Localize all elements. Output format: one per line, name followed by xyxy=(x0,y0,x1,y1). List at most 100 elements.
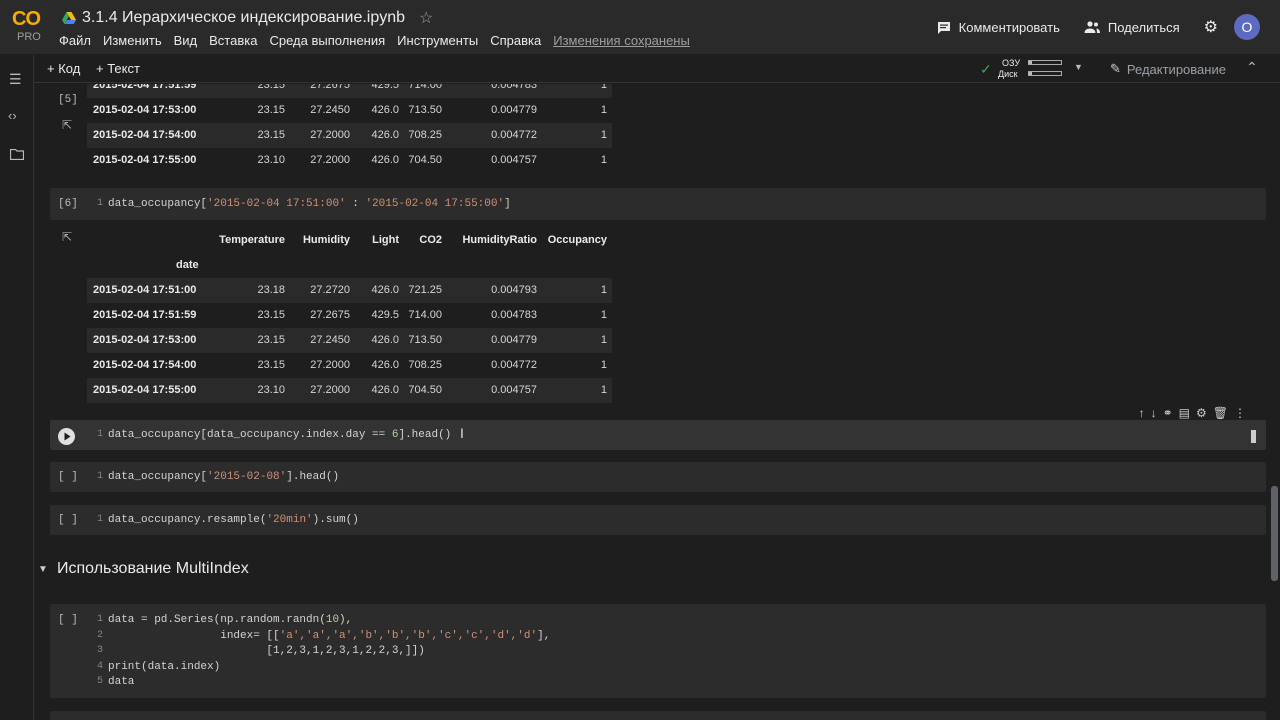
star-icon[interactable]: ☆ xyxy=(419,8,433,28)
gear-icon: ⚙ xyxy=(1203,19,1218,36)
gear-icon[interactable]: ⚙ xyxy=(1196,406,1207,420)
table-cell: 1 xyxy=(600,384,607,396)
table-cell: 0.004779 xyxy=(491,104,537,116)
table-cell: 23.15 xyxy=(257,84,285,91)
table-cell: 27.2000 xyxy=(310,154,350,166)
cell9-exec-count[interactable]: [ ] xyxy=(58,514,78,526)
column-header: CO2 xyxy=(419,234,442,246)
share-button[interactable]: Поделиться xyxy=(1084,20,1180,35)
ram-label: ОЗУ xyxy=(1002,58,1021,68)
menu-tools[interactable]: Инструменты xyxy=(397,33,478,49)
line-number: 4 xyxy=(96,661,103,672)
share-people-icon xyxy=(1084,21,1100,33)
table-cell: 23.15 xyxy=(257,129,285,141)
code-token: data_occupancy.resample( xyxy=(108,514,267,526)
collapse-header-icon[interactable]: ⌃ xyxy=(1246,59,1258,76)
table-cell: 0.004772 xyxy=(491,129,537,141)
cell8-code[interactable]: [ ] 1 data_occupancy['2015-02-08'].head(… xyxy=(50,462,1266,492)
code-line[interactable]: data_occupancy['2015-02-04 17:51:00' : '… xyxy=(108,198,511,210)
menu-view[interactable]: Вид xyxy=(174,33,198,49)
table-row: 2015-02-04 17:55:00 23.10 27.2000 426.0 704.… xyxy=(87,148,612,173)
cell5-exec-count: [5] xyxy=(58,94,78,106)
code-string: '2015-02-04 17:55:00' xyxy=(365,198,505,210)
code-line[interactable]: index= [['a','a','a','b','b','b','c','c'… xyxy=(108,630,550,642)
scrollbar-thumb[interactable] xyxy=(1271,486,1278,581)
table-cell: 27.2000 xyxy=(310,384,350,396)
editing-mode-button[interactable]: ✎ Редактирование xyxy=(1110,61,1226,77)
comment-label: Комментировать xyxy=(958,19,1060,35)
code-line[interactable]: print(data.index) xyxy=(108,661,220,673)
menu-help[interactable]: Справка xyxy=(490,33,541,49)
more-icon[interactable]: ⋮ xyxy=(1234,406,1246,420)
menu-edit[interactable]: Изменить xyxy=(103,33,162,49)
table-cell: 27.2720 xyxy=(310,284,350,296)
add-code-button[interactable]: + Код xyxy=(47,61,80,76)
settings-button[interactable]: ⚙ xyxy=(1204,17,1218,37)
cell10-exec-count[interactable]: [ ] xyxy=(58,614,78,626)
output-toggle-icon[interactable]: ⇱ xyxy=(62,230,72,244)
run-cell-button[interactable] xyxy=(58,428,75,445)
menu-insert[interactable]: Вставка xyxy=(209,33,257,49)
link-icon[interactable]: ⚭ xyxy=(1163,406,1173,420)
row-index: 2015-02-04 17:53:00 xyxy=(93,334,197,346)
colab-logo[interactable]: CO PRO xyxy=(12,8,46,44)
plan-label: PRO xyxy=(17,31,41,43)
code-line[interactable]: data = pd.Series(np.random.randn(10), xyxy=(108,614,352,626)
cell7-code[interactable]: ↑ ↓ ⚭ ▤ ⚙ 🗑 ⋮ 1 data_occupancy[data_occu… xyxy=(50,406,1266,450)
section-collapse-icon[interactable]: ▼ xyxy=(38,564,48,575)
code-line[interactable]: data_occupancy[data_occupancy.index.day … xyxy=(108,429,451,441)
folder-icon[interactable] xyxy=(10,149,24,160)
table-cell: 27.2675 xyxy=(310,309,350,321)
line-number: 3 xyxy=(96,645,103,656)
notebook-title[interactable]: 3.1.4 Иерархическое индексирование.ipynb xyxy=(82,9,405,27)
avatar[interactable]: О xyxy=(1234,14,1260,40)
comment-icon[interactable]: ▤ xyxy=(1179,406,1190,420)
section-title: Использование MultiIndex xyxy=(57,560,249,577)
table-cell: 704.50 xyxy=(408,154,442,166)
table-cell: 713.50 xyxy=(408,334,442,346)
table-cell: 1 xyxy=(600,129,607,141)
menu-runtime[interactable]: Среда выполнения xyxy=(269,33,385,49)
cell8-exec-count[interactable]: [ ] xyxy=(58,471,78,483)
table-row: 2015-02-04 17:54:00 23.15 27.2000 426.0 708.… xyxy=(87,123,612,148)
code-line[interactable]: data_occupancy['2015-02-08'].head() xyxy=(108,471,339,483)
table-cell: 27.2450 xyxy=(310,334,350,346)
check-icon: ✓ xyxy=(980,61,992,77)
add-text-button[interactable]: + Текст xyxy=(96,61,140,76)
page-scrollbar[interactable] xyxy=(1268,84,1280,720)
code-line[interactable]: data xyxy=(108,676,134,688)
move-down-icon[interactable]: ↓ xyxy=(1151,406,1157,420)
toc-icon[interactable]: ☰ xyxy=(9,71,22,88)
table-cell: 23.15 xyxy=(257,104,285,116)
menu-file[interactable]: Файл xyxy=(59,33,91,49)
code-line[interactable]: [1,2,3,1,2,3,1,2,2,3,]]) xyxy=(108,645,424,657)
saved-status[interactable]: Изменения сохранены xyxy=(553,33,690,49)
resource-monitor[interactable]: ✓ ОЗУ Диск ▼ xyxy=(980,57,1120,81)
table-cell: 714.00 xyxy=(408,84,442,91)
table-cell: 1 xyxy=(600,334,607,346)
code-token: data_occupancy[ xyxy=(108,471,208,483)
logo-text: CO xyxy=(12,8,41,30)
output-toggle-icon[interactable]: ⇱ xyxy=(62,118,72,132)
table-cell: 0.004783 xyxy=(491,84,537,91)
dropdown-arrow-icon[interactable]: ▼ xyxy=(1074,62,1083,72)
cell10-code[interactable]: [ ] 1 2 3 4 5 data = pd.Series(np.random… xyxy=(50,604,1266,698)
play-icon xyxy=(64,432,71,441)
next-cell[interactable] xyxy=(50,711,1266,720)
trash-icon[interactable]: 🗑 xyxy=(1213,406,1228,420)
cell9-code[interactable]: [ ] 1 data_occupancy.resample('20min').s… xyxy=(50,505,1266,535)
code-snippets-icon[interactable]: ‹› xyxy=(8,108,17,123)
code-token: data_occupancy[data_occupancy.index.day … xyxy=(108,429,392,441)
code-line[interactable]: data_occupancy.resample('20min').sum() xyxy=(108,514,359,526)
cell-scrollbar[interactable] xyxy=(1251,430,1256,443)
ram-bar xyxy=(1028,60,1062,65)
table-cell: 23.15 xyxy=(257,334,285,346)
cell6-code[interactable]: [6] 1 data_occupancy['2015-02-04 17:51:0… xyxy=(50,188,1266,220)
code-token: data_occupancy[ xyxy=(108,198,208,210)
table-cell: 426.0 xyxy=(371,129,399,141)
move-up-icon[interactable]: ↑ xyxy=(1139,406,1145,420)
table-row: 2015-02-04 17:51:00 23.18 27.2720 426.0 721.… xyxy=(87,278,612,303)
table-cell: 426.0 xyxy=(371,104,399,116)
colab-window: CO PRO 3.1.4 Иерархическое индексировани… xyxy=(0,0,1280,720)
comment-button[interactable]: Комментировать xyxy=(937,20,1060,35)
